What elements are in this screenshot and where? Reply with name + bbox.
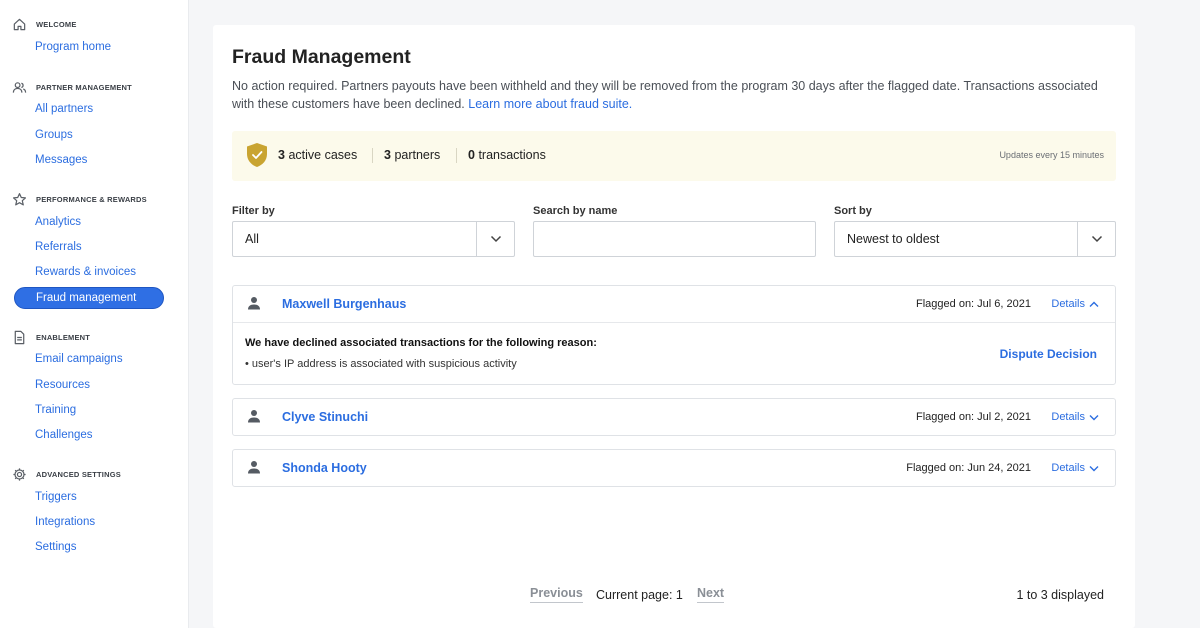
- fraud-case-item: Shonda Hooty Flagged on: Jun 24, 2021 De…: [232, 449, 1116, 487]
- details-label: Details: [1051, 298, 1085, 310]
- case-header: Clyve Stinuchi Flagged on: Jul 2, 2021 D…: [233, 399, 1115, 435]
- chevron-down-icon: [1089, 414, 1099, 420]
- case-header: Shonda Hooty Flagged on: Jun 24, 2021 De…: [233, 450, 1115, 486]
- flagged-date: Flagged on: Jun 24, 2021: [906, 462, 1031, 474]
- sidebar-item-email-campaigns[interactable]: Email campaigns: [14, 348, 164, 370]
- decline-reason: • user's IP address is associated with s…: [245, 358, 517, 370]
- sidebar-item-settings[interactable]: Settings: [14, 536, 164, 558]
- sidebar-section-advanced-settings: ADVANCED SETTINGS: [0, 467, 189, 481]
- details-toggle[interactable]: Details: [1051, 462, 1099, 474]
- sidebar-item-training[interactable]: Training: [14, 399, 164, 421]
- sidebar-section-partner-management: PARTNER MANAGEMENT: [0, 80, 189, 94]
- stat-divider: [372, 148, 373, 163]
- chevron-down-icon: [1089, 465, 1099, 471]
- case-details: We have declined associated transactions…: [233, 322, 1115, 384]
- sidebar-item-triggers[interactable]: Triggers: [14, 486, 164, 508]
- sidebar-item-challenges[interactable]: Challenges: [14, 424, 164, 446]
- stat-divider: [456, 148, 457, 163]
- active-cases-stat: 3 active cases: [278, 148, 357, 162]
- active-cases-count: 3: [278, 148, 285, 162]
- page-title: Fraud Management: [232, 46, 411, 68]
- sidebar: WELCOME Program home PARTNER MANAGEMENT …: [0, 0, 189, 628]
- filter-select[interactable]: All: [232, 221, 515, 257]
- flagged-date: Flagged on: Jul 6, 2021: [916, 298, 1031, 310]
- partners-stat: 3 partners: [384, 148, 440, 162]
- sidebar-section-title: WELCOME: [36, 19, 77, 29]
- gear-icon: [11, 466, 27, 482]
- sidebar-section-title: PARTNER MANAGEMENT: [36, 82, 132, 92]
- chevron-down-icon[interactable]: [476, 222, 514, 256]
- sidebar-item-rewards-invoices[interactable]: Rewards & invoices: [14, 261, 164, 283]
- person-icon: [248, 410, 260, 423]
- flagged-date: Flagged on: Jul 2, 2021: [916, 411, 1031, 423]
- star-icon: [11, 191, 27, 207]
- document-icon: [11, 329, 27, 345]
- page-description: No action required. Partners payouts hav…: [232, 77, 1112, 113]
- dispute-decision-button[interactable]: Dispute Decision: [1000, 347, 1097, 361]
- next-page-button[interactable]: Next: [697, 586, 725, 603]
- fraud-summary-banner: 3 active cases 3 partners 0 transactions…: [232, 131, 1116, 181]
- sidebar-item-program-home[interactable]: Program home: [14, 36, 164, 58]
- previous-page-button[interactable]: Previous: [530, 586, 583, 603]
- shield-check-icon: [247, 143, 267, 167]
- person-icon: [248, 461, 260, 474]
- sort-value: Newest to oldest: [847, 232, 940, 246]
- details-label: Details: [1051, 462, 1085, 474]
- sidebar-section-title: ADVANCED SETTINGS: [36, 469, 121, 479]
- details-toggle[interactable]: Details: [1051, 298, 1099, 310]
- sidebar-item-messages[interactable]: Messages: [14, 149, 164, 171]
- sidebar-item-referrals[interactable]: Referrals: [14, 236, 164, 258]
- sort-label: Sort by: [834, 205, 872, 217]
- partner-name-link[interactable]: Clyve Stinuchi: [282, 410, 368, 424]
- filter-value: All: [245, 232, 259, 246]
- search-input[interactable]: [533, 221, 816, 257]
- sidebar-section-performance-rewards: PERFORMANCE & REWARDS: [0, 192, 189, 206]
- sidebar-item-groups[interactable]: Groups: [14, 124, 164, 146]
- chevron-up-icon: [1089, 301, 1099, 307]
- home-icon: [11, 16, 27, 32]
- chevron-down-icon[interactable]: [1077, 222, 1115, 256]
- partners-label: partners: [394, 148, 441, 162]
- description-text: No action required. Partners payouts hav…: [232, 79, 1098, 111]
- person-icon: [248, 297, 260, 310]
- partner-name-link[interactable]: Shonda Hooty: [282, 461, 367, 475]
- sort-select[interactable]: Newest to oldest: [834, 221, 1116, 257]
- details-label: Details: [1051, 411, 1085, 423]
- search-label: Search by name: [533, 205, 618, 217]
- transactions-count: 0: [468, 148, 475, 162]
- sidebar-item-all-partners[interactable]: All partners: [14, 98, 164, 120]
- current-page-indicator: Current page: 1: [596, 588, 683, 602]
- fraud-management-card: Fraud Management No action required. Par…: [213, 25, 1135, 628]
- sidebar-item-fraud-management[interactable]: Fraud management: [14, 287, 164, 309]
- filter-label: Filter by: [232, 205, 275, 217]
- sidebar-item-analytics[interactable]: Analytics: [14, 211, 164, 233]
- fraud-case-item: Maxwell Burgenhaus Flagged on: Jul 6, 20…: [232, 285, 1116, 385]
- learn-more-link[interactable]: Learn more about fraud suite.: [468, 97, 632, 111]
- sidebar-item-integrations[interactable]: Integrations: [14, 511, 164, 533]
- transactions-stat: 0 transactions: [468, 148, 546, 162]
- transactions-label: transactions: [478, 148, 546, 162]
- results-count: 1 to 3 displayed: [1016, 588, 1104, 602]
- sidebar-section-welcome: WELCOME: [0, 17, 189, 31]
- partner-name-link[interactable]: Maxwell Burgenhaus: [282, 297, 406, 311]
- sidebar-item-resources[interactable]: Resources: [14, 374, 164, 396]
- active-cases-label: active cases: [288, 148, 358, 162]
- sidebar-section-title: ENABLEMENT: [36, 332, 91, 342]
- users-icon: [11, 79, 27, 95]
- sidebar-section-title: PERFORMANCE & REWARDS: [36, 194, 147, 204]
- updates-note: Updates every 15 minutes: [999, 150, 1104, 160]
- sidebar-section-enablement: ENABLEMENT: [0, 330, 189, 344]
- fraud-case-item: Clyve Stinuchi Flagged on: Jul 2, 2021 D…: [232, 398, 1116, 436]
- partners-count: 3: [384, 148, 391, 162]
- details-toggle[interactable]: Details: [1051, 411, 1099, 423]
- case-header: Maxwell Burgenhaus Flagged on: Jul 6, 20…: [233, 286, 1115, 322]
- decline-reason-title: We have declined associated transactions…: [245, 337, 597, 349]
